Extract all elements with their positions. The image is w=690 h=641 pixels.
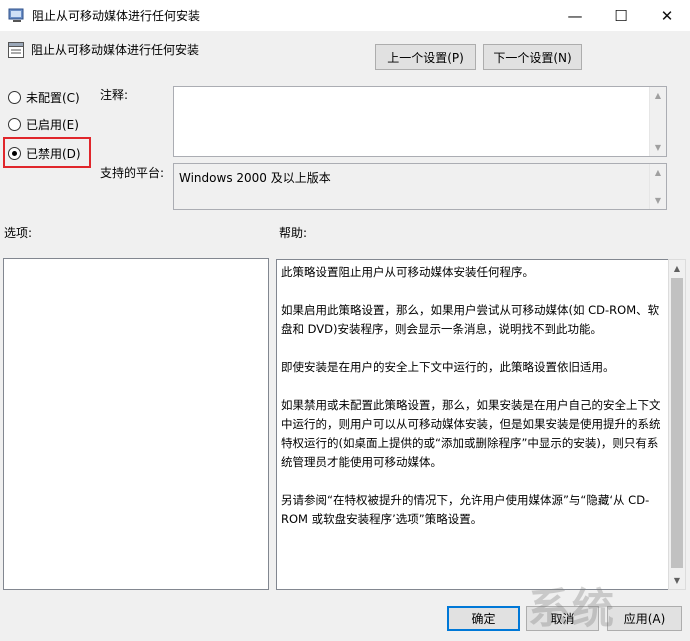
apply-button[interactable]: 应用(A) [607,606,682,631]
comment-label: 注释: [100,88,129,102]
minimize-icon: — [567,6,583,25]
platform-field: Windows 2000 及以上版本 ▲ ▼ [173,163,667,210]
options-panel [3,258,269,590]
title-bar: 阻止从可移动媒体进行任何安装 — ☐ ✕ [0,0,690,31]
help-paragraph: 另请参阅“在特权被提升的情况下，允许用户使用媒体源”与“隐藏‘从 CD-ROM … [281,493,650,526]
group-policy-icon [8,8,24,22]
scroll-up-icon[interactable]: ▲ [650,87,666,104]
options-label: 选项: [4,226,33,240]
help-scrollbar[interactable]: ▲ ▼ [668,259,686,590]
scroll-down-icon[interactable]: ▼ [650,139,666,156]
scroll-down-icon[interactable]: ▼ [650,192,666,209]
radio-not-configured[interactable]: 未配置(C) [8,87,80,107]
scroll-down-icon[interactable]: ▼ [669,572,685,589]
help-paragraph: 即使安装是在用户的安全上下文中运行的，此策略设置依旧适用。 [281,360,615,374]
next-setting-button[interactable]: 下一个设置(N) [483,44,582,70]
ok-button[interactable]: 确定 [447,606,520,631]
platform-value: Windows 2000 及以上版本 [179,171,331,185]
maximize-button[interactable]: ☐ [598,0,644,31]
platform-scrollbar[interactable]: ▲ ▼ [649,164,666,209]
platform-label: 支持的平台: [100,166,165,180]
policy-title: 阻止从可移动媒体进行任何安装 [31,43,200,57]
help-paragraph: 如果禁用或未配置此策略设置，那么，如果安装是在用户自己的安全上下文中运行的，则用… [281,398,661,469]
help-paragraph: 如果启用此策略设置，那么，如果用户尝试从可移动媒体(如 CD-ROM、软盘和 D… [281,303,660,336]
help-label: 帮助: [279,226,308,240]
minimize-button[interactable]: — [552,0,598,31]
highlight-annotation-box [3,137,91,168]
comment-textarea[interactable]: ▲ ▼ [173,86,667,157]
cancel-button[interactable]: 取消 [526,606,599,631]
scroll-up-icon[interactable]: ▲ [650,164,666,181]
close-button[interactable]: ✕ [644,0,690,31]
radio-label: 已启用(E) [26,117,79,132]
scroll-up-icon[interactable]: ▲ [669,260,685,277]
scroll-thumb[interactable] [671,278,683,568]
comment-scrollbar[interactable]: ▲ ▼ [649,87,666,156]
radio-label: 未配置(C) [26,90,80,105]
window-title: 阻止从可移动媒体进行任何安装 [32,9,201,23]
radio-circle[interactable] [8,90,21,104]
policy-setting-icon [8,42,24,58]
radio-circle[interactable] [8,117,21,131]
help-panel: 此策略设置阻止用户从可移动媒体安装任何程序。 如果启用此策略设置，那么，如果用户… [276,259,669,590]
previous-setting-button[interactable]: 上一个设置(P) [375,44,476,70]
radio-enabled[interactable]: 已启用(E) [8,114,79,134]
help-paragraph: 此策略设置阻止用户从可移动媒体安装任何程序。 [281,265,534,279]
maximize-icon: ☐ [614,6,628,25]
close-icon: ✕ [660,6,674,25]
